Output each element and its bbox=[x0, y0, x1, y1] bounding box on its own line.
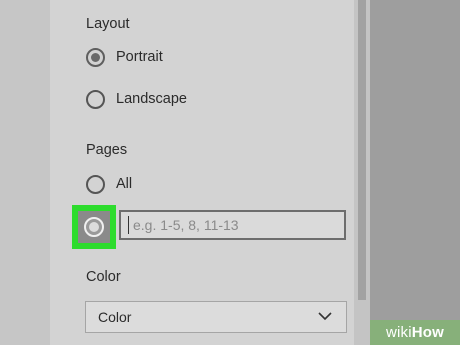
color-dropdown-value: Color bbox=[98, 309, 132, 325]
custom-pages-radio-background bbox=[78, 211, 110, 243]
background-left bbox=[0, 0, 50, 345]
portrait-label[interactable]: Portrait bbox=[116, 49, 163, 65]
panel-scrollbar[interactable] bbox=[354, 0, 370, 345]
watermark-part1: wiki bbox=[385, 324, 412, 341]
portrait-radio[interactable] bbox=[86, 48, 105, 67]
scrollbar-thumb[interactable] bbox=[358, 0, 366, 300]
wikihow-watermark: wikiHow bbox=[370, 320, 460, 345]
landscape-radio[interactable] bbox=[86, 90, 105, 109]
highlight-box bbox=[72, 205, 116, 249]
all-pages-radio[interactable] bbox=[86, 175, 105, 194]
document-preview-area bbox=[370, 0, 460, 345]
custom-pages-radio[interactable] bbox=[84, 217, 104, 237]
layout-heading: Layout bbox=[86, 16, 130, 32]
custom-pages-input[interactable] bbox=[119, 210, 346, 240]
watermark-part2: How bbox=[411, 324, 445, 341]
all-pages-label[interactable]: All bbox=[116, 176, 132, 192]
text-caret bbox=[128, 216, 129, 234]
landscape-label[interactable]: Landscape bbox=[116, 91, 187, 107]
chevron-down-icon bbox=[318, 312, 332, 321]
color-dropdown[interactable]: Color bbox=[85, 301, 347, 333]
pages-heading: Pages bbox=[86, 142, 128, 158]
color-heading: Color bbox=[86, 269, 121, 285]
